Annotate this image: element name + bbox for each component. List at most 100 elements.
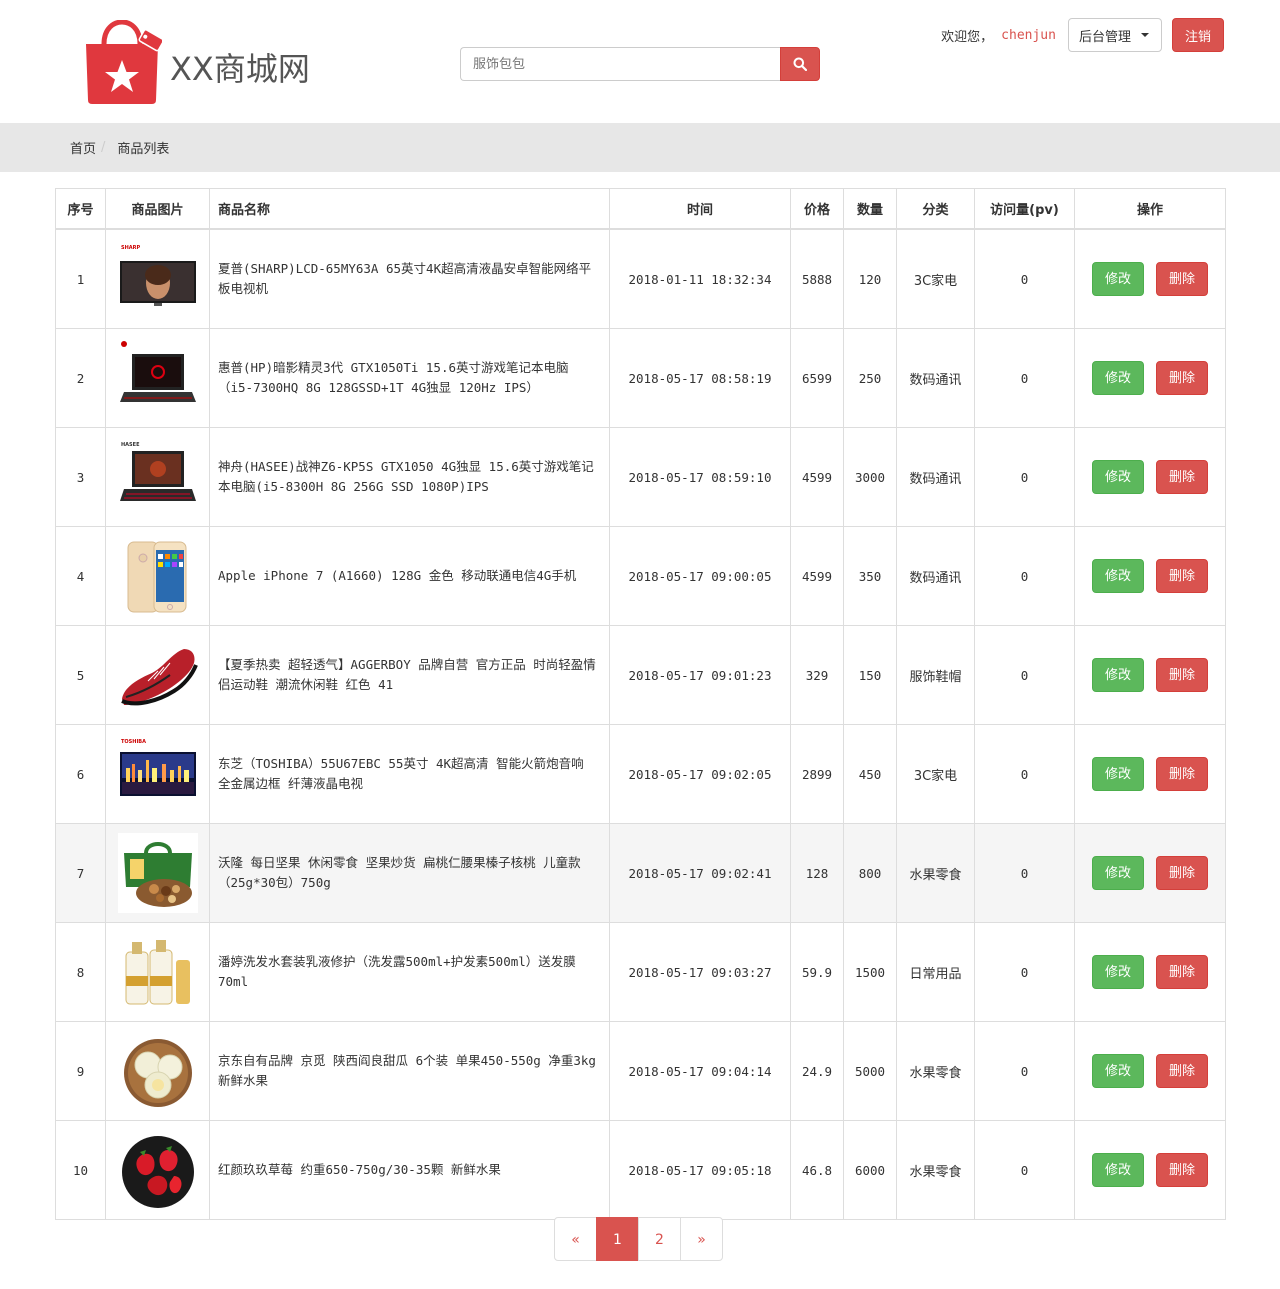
row-ops: 修改 删除	[1074, 1120, 1226, 1220]
row-category: 数码通讯	[896, 526, 975, 626]
row-product-name[interactable]: 【夏季热卖 超轻透气】AGGERBOY 品牌自营 官方正品 时尚轻盈情侣运动鞋 …	[209, 625, 610, 725]
row-product-name[interactable]: 京东自有品牌 京觅 陕西阎良甜瓜 6个装 单果450-550g 净重3kg 新鲜…	[209, 1021, 610, 1121]
header-price: 价格	[790, 188, 844, 230]
header-index: 序号	[55, 188, 106, 230]
site-name[interactable]: XX商城网	[170, 44, 310, 90]
row-price: 329	[790, 625, 844, 725]
table-row: 9 京东自有品牌 京觅 陕西阎良甜瓜 6个装 单果450-550g 净重3kg …	[55, 1021, 1226, 1121]
edit-button[interactable]: 修改	[1091, 1153, 1144, 1187]
row-product-name[interactable]: 夏普(SHARP)LCD-65MY63A 65英寸4K超高清液晶安卓智能网络平板…	[209, 228, 610, 329]
row-time: 2018-01-11 18:32:34	[609, 228, 791, 329]
row-price: 59.9	[790, 922, 844, 1022]
delete-button[interactable]: 删除	[1156, 1153, 1209, 1187]
header-name: 商品名称	[209, 188, 610, 230]
row-product-name[interactable]: 沃隆 每日坚果 休闲零食 坚果炒货 扁桃仁腰果榛子核桃 儿童款（25g*30包）…	[209, 823, 610, 923]
breadcrumb-home-link[interactable]: 首页	[70, 138, 96, 157]
row-category: 水果零食	[896, 1021, 975, 1121]
pagination-next[interactable]: »	[680, 1217, 723, 1261]
nuts-image	[117, 833, 198, 913]
breadcrumb-current: 商品列表	[117, 142, 170, 157]
edit-button[interactable]: 修改	[1091, 1054, 1144, 1088]
row-product-name[interactable]: Apple iPhone 7 (A1660) 128G 金色 移动联通电信4G手…	[209, 526, 610, 626]
search-input[interactable]	[460, 47, 780, 81]
edit-button[interactable]: 修改	[1091, 658, 1144, 692]
row-product-name[interactable]: 神舟(HASEE)战神Z6-KP5S GTX1050 4G独显 15.6英寸游戏…	[209, 427, 610, 527]
delete-button[interactable]: 删除	[1156, 955, 1209, 989]
header-qty: 数量	[843, 188, 897, 230]
row-price: 4599	[790, 427, 844, 527]
admin-dropdown-button[interactable]: 后台管理	[1067, 18, 1162, 52]
pagination: « 1 2 »	[554, 1217, 723, 1261]
row-product-name[interactable]: 红颜玖玖草莓 约重650-750g/30-35颗 新鲜水果	[209, 1120, 610, 1220]
edit-button[interactable]: 修改	[1091, 955, 1144, 989]
row-index: 5	[55, 625, 106, 725]
edit-button[interactable]: 修改	[1091, 757, 1144, 791]
logout-button[interactable]: 注销	[1171, 18, 1224, 52]
delete-button[interactable]: 删除	[1156, 856, 1209, 890]
strawberry-image	[117, 1130, 198, 1210]
row-ops: 修改 删除	[1074, 526, 1226, 626]
edit-button[interactable]: 修改	[1091, 460, 1144, 494]
edit-button[interactable]: 修改	[1091, 559, 1144, 593]
row-product-name[interactable]: 东芝（TOSHIBA）55U67EBC 55英寸 4K超高清 智能火箭炮音响 全…	[209, 724, 610, 824]
delete-button[interactable]: 删除	[1156, 460, 1209, 494]
row-ops: 修改 删除	[1074, 228, 1226, 329]
pagination-prev[interactable]: «	[554, 1217, 597, 1261]
delete-button[interactable]: 删除	[1156, 262, 1209, 296]
hp-laptop-image	[117, 338, 198, 418]
delete-button[interactable]: 删除	[1156, 757, 1209, 791]
row-time: 2018-05-17 08:58:19	[609, 328, 791, 428]
username-link[interactable]: chenjun	[1001, 28, 1056, 43]
table-header-row: 序号 商品图片 商品名称 时间 价格 数量 分类 访问量(pv) 操作	[55, 188, 1226, 230]
iphone-image	[117, 536, 198, 616]
shopping-bag-logo-icon[interactable]	[82, 20, 162, 104]
row-category: 日常用品	[896, 922, 975, 1022]
search-button[interactable]	[780, 47, 820, 81]
breadcrumb-separator: /	[101, 140, 106, 155]
delete-button[interactable]: 删除	[1156, 559, 1209, 593]
row-ops: 修改 删除	[1074, 625, 1226, 725]
sharp-tv-image: SHARP	[117, 239, 198, 319]
pagination-page-1[interactable]: 1	[596, 1217, 639, 1261]
edit-button[interactable]: 修改	[1091, 262, 1144, 296]
svg-text:HASEE: HASEE	[121, 442, 140, 448]
row-image-cell	[105, 823, 210, 923]
delete-button[interactable]: 删除	[1156, 1054, 1209, 1088]
row-index: 3	[55, 427, 106, 527]
shampoo-image	[117, 932, 198, 1012]
row-index: 8	[55, 922, 106, 1022]
row-pv: 0	[974, 427, 1075, 527]
table-row: 6 TOSHIBA 东芝（TOSHIBA）55U67EBC 55英寸 4K超高清…	[55, 724, 1226, 824]
delete-button[interactable]: 删除	[1156, 361, 1209, 395]
row-product-name[interactable]: 惠普(HP)暗影精灵3代 GTX1050Ti 15.6英寸游戏笔记本电脑（i5-…	[209, 328, 610, 428]
welcome-text: 欢迎您，	[941, 29, 994, 45]
edit-button[interactable]: 修改	[1091, 856, 1144, 890]
toshiba-tv-image: TOSHIBA	[117, 734, 198, 814]
row-product-name[interactable]: 潘婷洗发水套装乳液修护（洗发露500ml+护发素500ml）送发膜70ml	[209, 922, 610, 1022]
row-image-cell	[105, 1021, 210, 1121]
product-table: 序号 商品图片 商品名称 时间 价格 数量 分类 访问量(pv) 操作 1 SH…	[55, 188, 1226, 1220]
row-pv: 0	[974, 526, 1075, 626]
row-index: 4	[55, 526, 106, 626]
table-row: 10 红颜玖玖草莓 约重650-750g/30-35颗 新鲜水果 2018-05…	[55, 1120, 1226, 1220]
row-image-cell: TOSHIBA	[105, 724, 210, 824]
pagination-page-2[interactable]: 2	[638, 1217, 681, 1261]
row-qty: 3000	[843, 427, 897, 527]
table-row: 5 【夏季热卖 超轻透气】AGGERBOY 品牌自营 官方正品 时尚轻盈情侣运动…	[55, 625, 1226, 725]
row-time: 2018-05-17 09:02:41	[609, 823, 791, 923]
header-category: 分类	[896, 188, 975, 230]
row-qty: 800	[843, 823, 897, 923]
sneaker-image	[117, 635, 198, 715]
edit-button[interactable]: 修改	[1091, 361, 1144, 395]
header-time: 时间	[609, 188, 791, 230]
row-pv: 0	[974, 1120, 1075, 1220]
row-qty: 250	[843, 328, 897, 428]
row-index: 1	[55, 228, 106, 329]
row-time: 2018-05-17 09:03:27	[609, 922, 791, 1022]
user-area: 欢迎您， chenjun 后台管理 注销	[941, 18, 1224, 52]
row-price: 2899	[790, 724, 844, 824]
row-pv: 0	[974, 922, 1075, 1022]
row-pv: 0	[974, 328, 1075, 428]
delete-button[interactable]: 删除	[1156, 658, 1209, 692]
row-time: 2018-05-17 09:05:18	[609, 1120, 791, 1220]
